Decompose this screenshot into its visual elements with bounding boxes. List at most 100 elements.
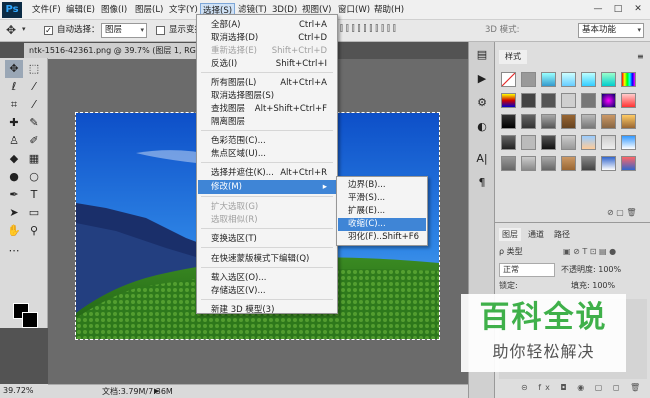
select-menu-item[interactable]: 取消选择图层(S)	[211, 90, 274, 103]
crop-tool-icon[interactable]: ⌗	[5, 96, 23, 114]
background-color-swatch[interactable]	[22, 312, 38, 328]
quick-select-tool-icon[interactable]: ⁄	[25, 78, 43, 96]
align-icons[interactable]: ⫿⫿⫿⫿⫿⫿⫿⫿⫿⫿	[340, 24, 399, 34]
style-swatch[interactable]	[541, 93, 556, 108]
adjustments-icon[interactable]: ◐	[476, 120, 488, 134]
document-tab[interactable]: ntk-1516-42361.png @ 39.7% (图层 1, RG	[24, 43, 204, 59]
style-swatch[interactable]	[601, 114, 616, 129]
style-swatch[interactable]	[501, 72, 516, 87]
select-menu-item[interactable]: 隔离图层	[211, 116, 245, 129]
blur-tool-icon[interactable]: ●	[5, 168, 23, 186]
style-swatch[interactable]	[581, 135, 596, 150]
gradient-tool-icon[interactable]: ▦	[25, 150, 43, 168]
minimize-icon[interactable]: —	[588, 2, 608, 17]
style-swatch[interactable]	[561, 156, 576, 171]
tab-styles[interactable]: 样式	[499, 50, 527, 64]
play-icon[interactable]: ▶	[476, 72, 488, 86]
submenu-item[interactable]: 收缩(C)...	[348, 218, 386, 231]
select-menu-item[interactable]: 扩大选取(G)	[211, 201, 258, 214]
style-swatch[interactable]	[541, 135, 556, 150]
submenu-item[interactable]: 羽化(F)...	[348, 231, 385, 244]
style-swatch[interactable]	[501, 114, 516, 129]
select-menu-item[interactable]: 在快速蒙版模式下编辑(Q)	[211, 253, 309, 266]
menu-help[interactable]: 帮助(H)	[372, 3, 406, 17]
style-swatch[interactable]	[501, 135, 516, 150]
style-swatch[interactable]	[581, 72, 596, 87]
select-menu-item[interactable]: 所有图层(L)	[211, 77, 256, 90]
select-menu-item[interactable]: 反选(I)	[211, 58, 237, 71]
style-swatch[interactable]	[601, 72, 616, 87]
select-menu-item[interactable]: 选取相似(R)	[211, 214, 258, 227]
select-menu-item[interactable]: 变换选区(T)	[211, 233, 257, 246]
style-swatch[interactable]	[581, 156, 596, 171]
opacity-field[interactable]: 不透明度: 100%	[561, 263, 621, 277]
style-swatch[interactable]	[561, 135, 576, 150]
zoom-tool-icon[interactable]: ⚲	[25, 222, 43, 240]
style-swatch[interactable]	[621, 156, 636, 171]
pen-tool-icon[interactable]: ✒	[5, 186, 23, 204]
menu-file[interactable]: 文件(F)	[30, 3, 63, 17]
clone-stamp-icon[interactable]: ♙	[5, 132, 23, 150]
select-menu-item[interactable]: 重新选择(E)	[211, 45, 257, 58]
style-swatch[interactable]	[621, 114, 636, 129]
close-icon[interactable]: ✕	[628, 2, 648, 17]
style-swatch[interactable]	[541, 72, 556, 87]
shape-tool-icon[interactable]: ▭	[25, 204, 43, 222]
menu-layer[interactable]: 图层(L)	[133, 3, 165, 17]
paragraph-icon[interactable]: ¶	[476, 176, 488, 190]
history-icon[interactable]: ▤	[476, 48, 488, 62]
style-swatch[interactable]	[521, 72, 536, 87]
style-swatch[interactable]	[581, 114, 596, 129]
tab-layers[interactable]: 图层	[499, 228, 521, 241]
properties-icon[interactable]: ⚙	[476, 96, 488, 110]
style-swatch[interactable]	[581, 93, 596, 108]
style-swatch[interactable]	[521, 114, 536, 129]
submenu-item[interactable]: 扩展(E)...	[348, 205, 385, 218]
style-swatch[interactable]	[501, 93, 516, 108]
style-swatch[interactable]	[601, 156, 616, 171]
dodge-tool-icon[interactable]: ○	[25, 168, 43, 186]
filter-icons[interactable]: ▣ ⊘ T ⊡ ▤ ●	[563, 245, 616, 259]
select-menu-item[interactable]: 选择并遮住(K)...	[211, 167, 274, 180]
select-menu-item[interactable]: 查找图层	[211, 103, 245, 116]
select-menu-item[interactable]: 取消选择(D)	[211, 32, 258, 45]
type-tool-icon[interactable]: T	[25, 186, 43, 204]
move-tool-icon[interactable]: ✥	[6, 23, 16, 37]
path-select-icon[interactable]: ➤	[5, 204, 23, 222]
menu-image[interactable]: 图像(I)	[99, 3, 129, 17]
character-icon[interactable]: A|	[476, 152, 488, 166]
style-swatch[interactable]	[561, 93, 576, 108]
style-swatch[interactable]	[561, 114, 576, 129]
style-swatch[interactable]	[521, 93, 536, 108]
maximize-icon[interactable]: □	[608, 2, 628, 17]
tab-channels[interactable]: 通道	[525, 228, 547, 241]
lasso-tool-icon[interactable]: ℓ	[5, 78, 23, 96]
style-swatch[interactable]	[501, 156, 516, 171]
select-menu-item[interactable]: 存储选区(V)...	[211, 285, 266, 298]
brush-tool-icon[interactable]: ✎	[25, 114, 43, 132]
layer-actions-icons[interactable]: ⊝ fx ◘ ◉ ▢ ◻ 🗑	[521, 383, 644, 392]
show-transform-checkbox[interactable]	[156, 26, 165, 35]
auto-select-checkbox[interactable]: ✓	[44, 26, 53, 35]
style-swatch[interactable]	[601, 135, 616, 150]
menu-type[interactable]: 文字(Y)	[167, 3, 200, 17]
select-menu-item[interactable]: 新建 3D 模型(3)	[211, 304, 274, 317]
workspace-dropdown[interactable]: 基本功能 ▾	[578, 23, 644, 38]
menu-window[interactable]: 窗口(W)	[336, 3, 372, 17]
hand-tool-icon[interactable]: ✋	[5, 222, 23, 240]
fill-field[interactable]: 填充: 100%	[571, 279, 615, 293]
select-menu-item[interactable]: 修改(M)	[211, 181, 242, 194]
move-tool-icon[interactable]: ✥	[5, 60, 23, 78]
zoom-level[interactable]: 39.72%	[0, 384, 48, 398]
menu-edit[interactable]: 编辑(E)	[64, 3, 97, 17]
style-swatch[interactable]	[541, 114, 556, 129]
blend-mode-dropdown[interactable]: 正常	[499, 263, 555, 277]
layer-filter-row[interactable]: ρ 类型 ▣ ⊘ T ⊡ ▤ ●	[499, 245, 647, 259]
select-menu-item[interactable]: 全部(A)	[211, 19, 240, 32]
more-tools-icon[interactable]: ⋯	[5, 242, 23, 260]
submenu-item[interactable]: 边界(B)...	[348, 179, 386, 192]
style-swatch[interactable]	[601, 93, 616, 108]
history-brush-icon[interactable]: ✐	[25, 132, 43, 150]
style-swatch[interactable]	[621, 93, 636, 108]
eraser-tool-icon[interactable]: ◆	[5, 150, 23, 168]
